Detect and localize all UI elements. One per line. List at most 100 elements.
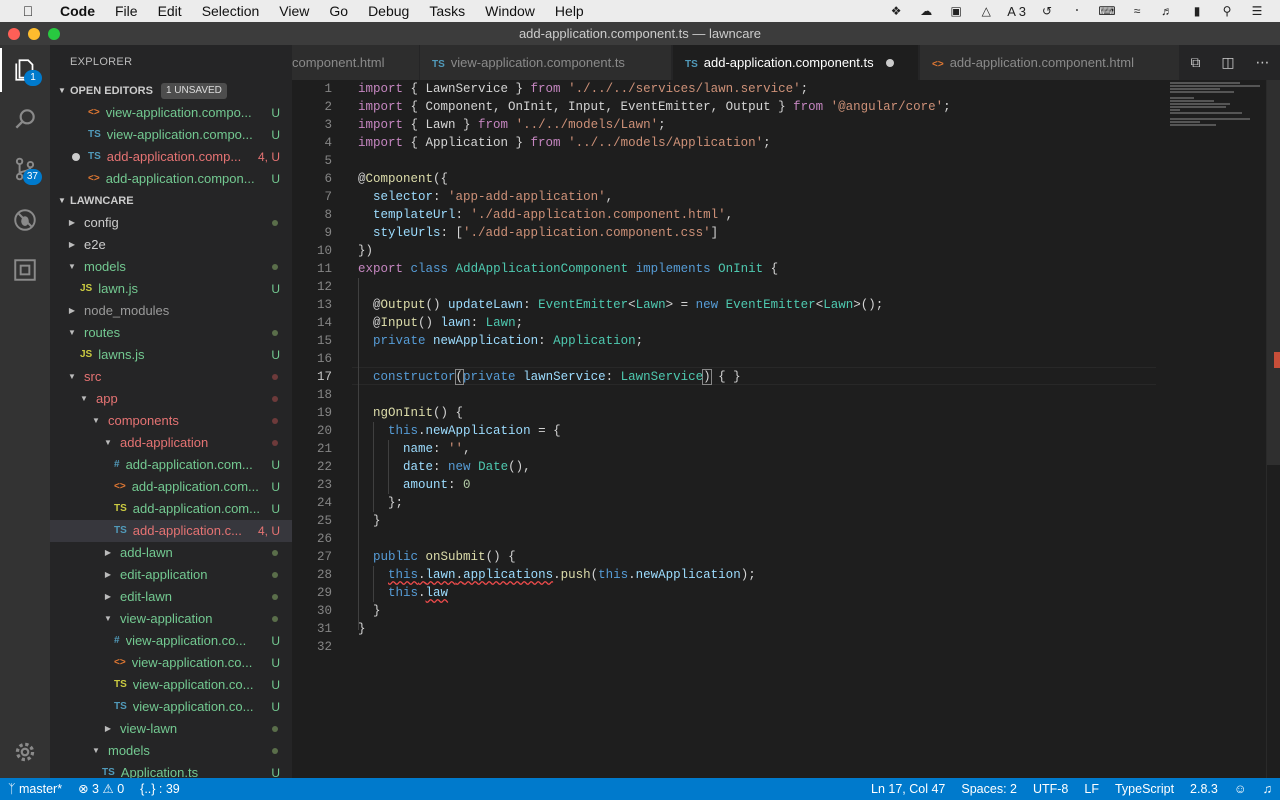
menu-edit[interactable]: Edit bbox=[148, 3, 192, 19]
search-icon[interactable]: ⚲ bbox=[1218, 4, 1236, 18]
wifi-icon[interactable]: ≈ bbox=[1128, 4, 1146, 18]
tree-file[interactable]: TS add-application.com... U bbox=[50, 498, 292, 520]
css-file-icon: # bbox=[114, 459, 120, 470]
explorer-activity[interactable]: 1 bbox=[0, 48, 50, 92]
camera-icon[interactable]: ▣ bbox=[947, 4, 965, 18]
manage-activity[interactable] bbox=[0, 730, 50, 774]
menu-list-icon[interactable]: ☰ bbox=[1248, 4, 1266, 18]
apple-icon[interactable]:  bbox=[18, 3, 38, 19]
menu-window[interactable]: Window bbox=[475, 3, 545, 19]
debug-activity[interactable] bbox=[0, 198, 50, 242]
notifications-bell-icon[interactable]: ♫ bbox=[1255, 778, 1280, 800]
search-activity[interactable] bbox=[0, 97, 50, 141]
branch-indicator[interactable]: ᛉ master* bbox=[0, 778, 70, 800]
menu-app[interactable]: Code bbox=[52, 3, 105, 19]
tree-file[interactable]: # view-application.co... U bbox=[50, 630, 292, 652]
bluetooth-icon[interactable]: ᛫ bbox=[1068, 4, 1086, 18]
menu-help[interactable]: Help bbox=[545, 3, 594, 19]
tree-file[interactable]: TS view-application.co... U bbox=[50, 674, 292, 696]
tree-folder[interactable]: ▶ e2e bbox=[50, 234, 292, 256]
line-number: 21 bbox=[316, 442, 332, 456]
tree-folder[interactable]: ▼ models bbox=[50, 740, 292, 762]
scrollbar-thumb[interactable] bbox=[1267, 80, 1280, 465]
source-control-activity[interactable]: 37 bbox=[0, 147, 50, 191]
tree-folder[interactable]: ▶ view-lawn bbox=[50, 718, 292, 740]
tree-file[interactable]: JS lawn.js U bbox=[50, 278, 292, 300]
keyboard-icon[interactable]: ⌨ bbox=[1098, 4, 1116, 18]
project-header[interactable]: ▼ LAWNCARE bbox=[50, 190, 292, 212]
tab-add-application-html[interactable]: <> add-application.component.html bbox=[920, 45, 1180, 80]
ts-version[interactable]: 2.8.3 bbox=[1182, 778, 1226, 800]
ts-file-icon: TS bbox=[88, 129, 101, 140]
tree-folder[interactable]: ▼ routes bbox=[50, 322, 292, 344]
menu-tasks[interactable]: Tasks bbox=[419, 3, 475, 19]
battery-icon[interactable]: ▮ bbox=[1188, 4, 1206, 18]
more-actions-icon[interactable]: ⋯ bbox=[1256, 54, 1270, 71]
tab-component-html[interactable]: component.html bbox=[292, 45, 420, 80]
tree-file[interactable]: <> view-application.co... U bbox=[50, 652, 292, 674]
tab-view-application-ts[interactable]: TS view-application.component.ts bbox=[420, 45, 672, 80]
tree-folder[interactable]: ▼ src bbox=[50, 366, 292, 388]
airplay-icon[interactable]: △ bbox=[977, 4, 995, 18]
cloud-icon[interactable]: ☁ bbox=[917, 4, 935, 18]
code-line: import { Component, OnInit, Input, Event… bbox=[358, 100, 951, 114]
code-line: name: '', bbox=[403, 442, 471, 456]
open-editor-item[interactable]: TS add-application.comp... 4, U bbox=[50, 146, 292, 168]
unsaved-dot-icon[interactable] bbox=[72, 153, 80, 161]
dropbox-icon[interactable]: ❖ bbox=[887, 4, 905, 18]
close-window-button[interactable] bbox=[8, 28, 20, 40]
folder-name: routes bbox=[84, 325, 121, 340]
extensions-activity[interactable] bbox=[0, 248, 50, 292]
line-number: 13 bbox=[316, 298, 332, 312]
minimize-window-button[interactable] bbox=[28, 28, 40, 40]
tree-folder[interactable]: ▼ models bbox=[50, 256, 292, 278]
problems-indicator[interactable]: ⊗ 3 ⚠ 0 bbox=[70, 778, 132, 800]
tree-file-selected[interactable]: TS add-application.c... 4, U bbox=[50, 520, 292, 542]
tab-add-application-ts[interactable]: TS add-application.component.ts bbox=[673, 45, 919, 80]
tree-folder[interactable]: ▶ config bbox=[50, 212, 292, 234]
open-editor-item[interactable]: <> view-application.compo... U bbox=[50, 102, 292, 124]
minimap[interactable] bbox=[1170, 82, 1260, 142]
indentation[interactable]: Spaces: 2 bbox=[953, 778, 1025, 800]
open-editor-item[interactable]: <> add-application.compon... U bbox=[50, 168, 292, 190]
menu-debug[interactable]: Debug bbox=[358, 3, 419, 19]
ts-file-icon: TS bbox=[114, 503, 127, 514]
menu-file[interactable]: File bbox=[105, 3, 148, 19]
open-changes-icon[interactable]: ⧉ bbox=[1190, 54, 1200, 71]
font-status-icon[interactable]: A 3 bbox=[1007, 4, 1026, 19]
zoom-window-button[interactable] bbox=[48, 28, 60, 40]
volume-icon[interactable]: ♬ bbox=[1158, 4, 1176, 18]
tree-folder[interactable]: ▶ add-lawn bbox=[50, 542, 292, 564]
tree-folder[interactable]: ▶ edit-lawn bbox=[50, 586, 292, 608]
code-line: ngOnInit() { bbox=[373, 406, 464, 420]
cursor-position[interactable]: Ln 17, Col 47 bbox=[863, 778, 953, 800]
tree-file[interactable]: TS view-application.co... U bbox=[50, 696, 292, 718]
menu-go[interactable]: Go bbox=[319, 3, 358, 19]
menu-selection[interactable]: Selection bbox=[192, 3, 270, 19]
open-editor-item[interactable]: TS view-application.compo... U bbox=[50, 124, 292, 146]
tree-folder[interactable]: ▶ edit-application bbox=[50, 564, 292, 586]
unsaved-dot-icon[interactable] bbox=[885, 59, 894, 67]
tree-folder[interactable]: ▶ node_modules bbox=[50, 300, 292, 322]
code-editor[interactable]: 1 2 3 4 5 6 7 8 9 10 11 12 13 14 15 16 17 18 19 20 21 22 23 24 2… bbox=[292, 80, 1280, 778]
encoding[interactable]: UTF-8 bbox=[1025, 778, 1076, 800]
braces-indicator[interactable]: {..} : 39 bbox=[132, 778, 188, 800]
split-editor-icon[interactable]: ◫ bbox=[1221, 54, 1234, 71]
tree-file[interactable]: <> add-application.com... U bbox=[50, 476, 292, 498]
tree-file[interactable]: JS lawns.js U bbox=[50, 344, 292, 366]
time-machine-icon[interactable]: ↺ bbox=[1038, 4, 1056, 18]
language-mode[interactable]: TypeScript bbox=[1107, 778, 1182, 800]
tree-folder[interactable]: ▼ components bbox=[50, 410, 292, 432]
tree-folder[interactable]: ▼ add-application bbox=[50, 432, 292, 454]
open-editor-name: view-application.compo... bbox=[106, 127, 253, 142]
tree-file[interactable]: # add-application.com... U bbox=[50, 454, 292, 476]
end-of-line[interactable]: LF bbox=[1076, 778, 1107, 800]
vertical-scrollbar[interactable] bbox=[1266, 80, 1280, 778]
tree-folder[interactable]: ▼ app bbox=[50, 388, 292, 410]
tree-file[interactable]: TS Application.ts U bbox=[50, 762, 292, 778]
open-editors-header[interactable]: ▼ OPEN EDITORS 1 UNSAVED bbox=[50, 80, 292, 102]
feedback-smiley-icon[interactable]: ☺ bbox=[1226, 778, 1255, 800]
menu-view[interactable]: View bbox=[269, 3, 319, 19]
tree-folder[interactable]: ▼ view-application bbox=[50, 608, 292, 630]
caret-right-icon: ▶ bbox=[104, 548, 112, 557]
